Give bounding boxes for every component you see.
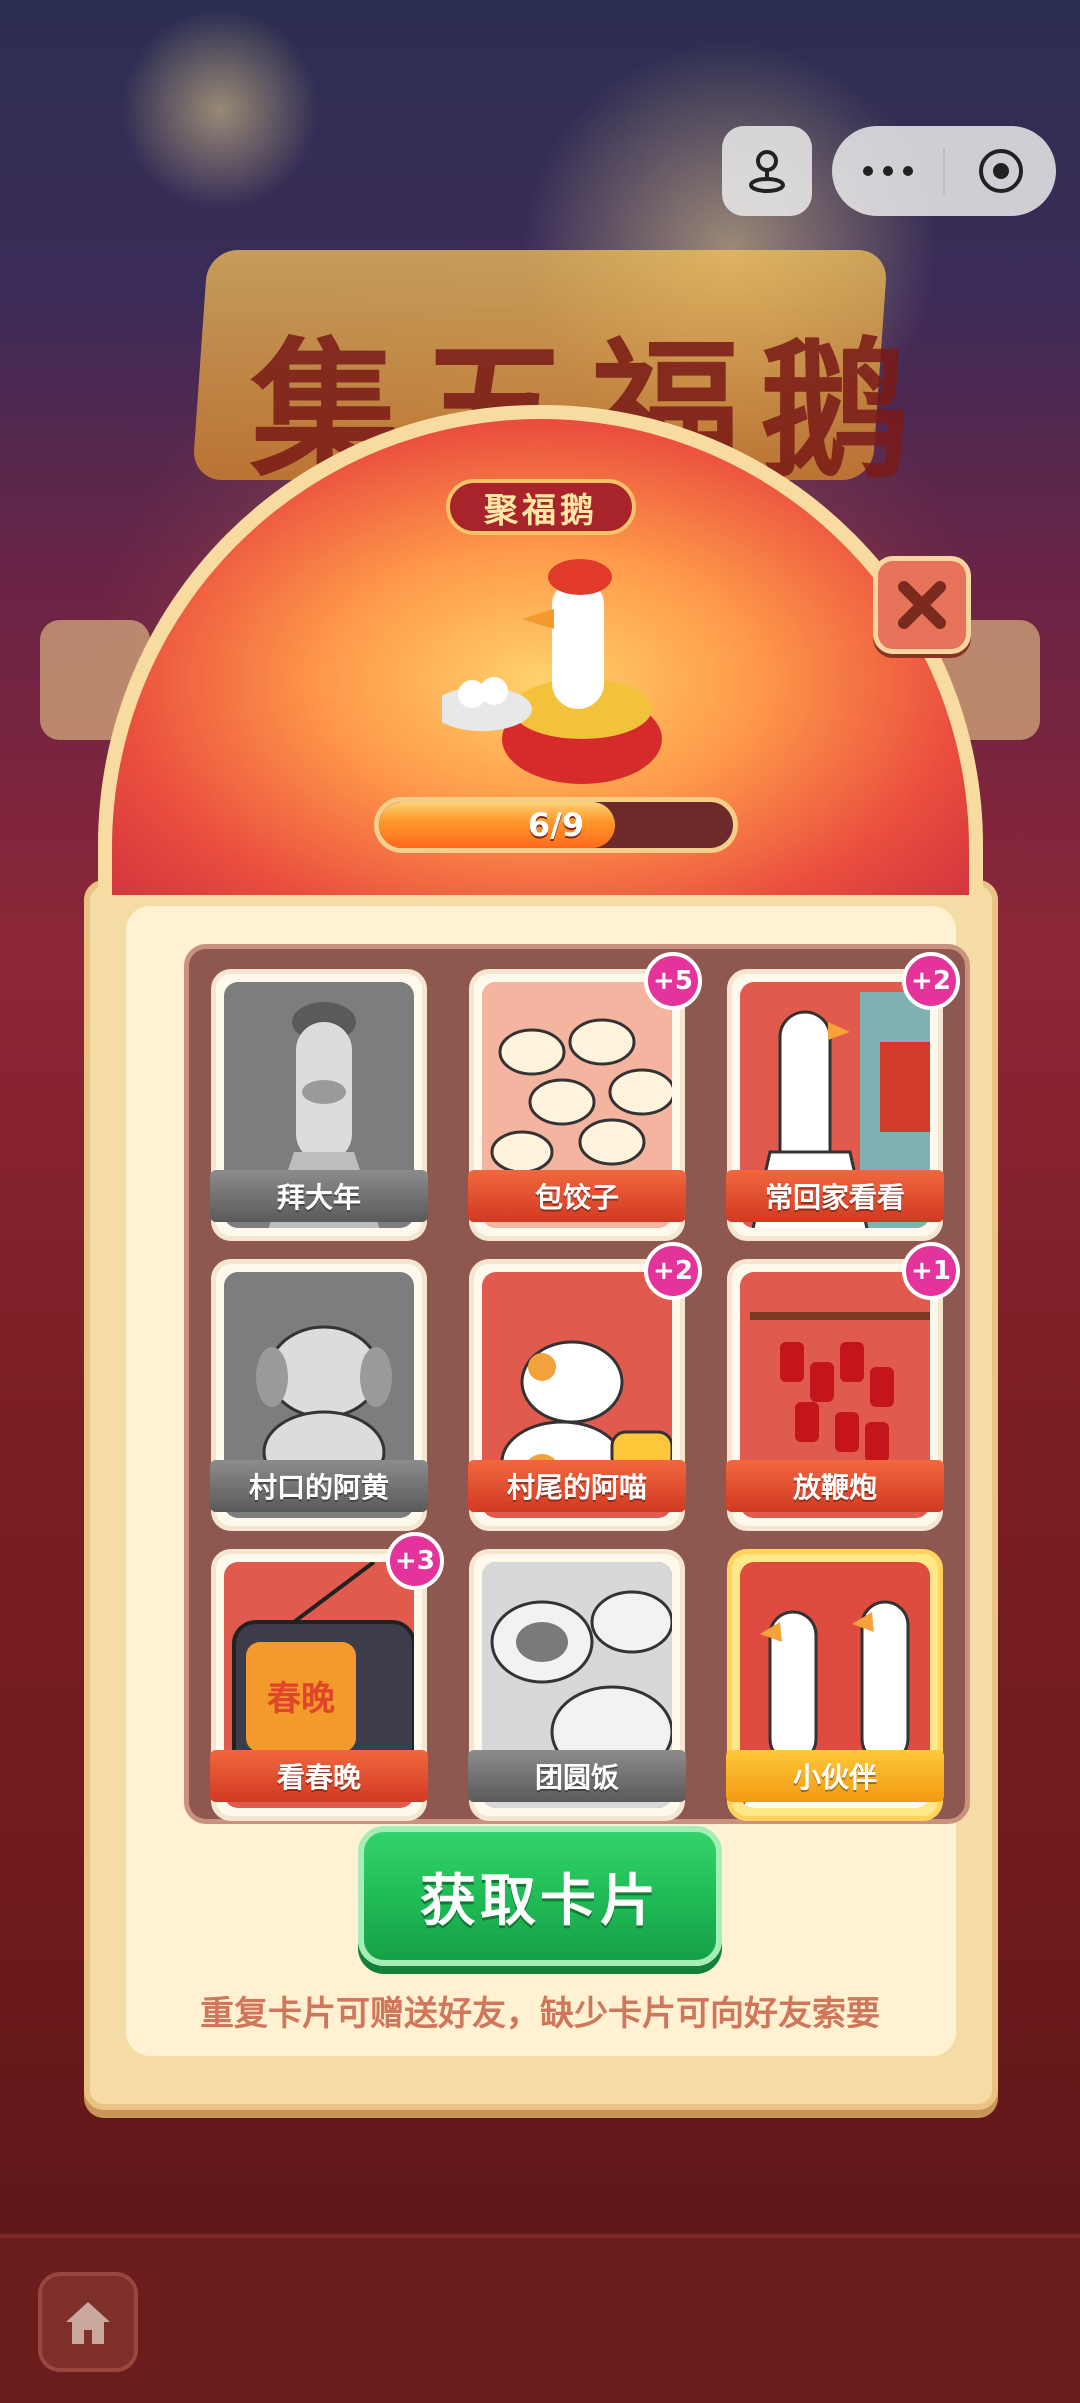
card-bai-da-nian[interactable]: 拜大年 bbox=[210, 969, 428, 1241]
duplicate-count-badge: +3 bbox=[386, 1532, 444, 1590]
card-label: 团圆饭 bbox=[468, 1750, 686, 1802]
duplicate-count-badge: +2 bbox=[902, 952, 960, 1010]
bottom-bar bbox=[0, 2234, 1080, 2403]
card-tuan-yuan-fan[interactable]: 团圆饭 bbox=[468, 1549, 686, 1821]
card-xiao-huo-ban[interactable]: 小伙伴 bbox=[726, 1549, 944, 1821]
more-dots-icon bbox=[862, 166, 913, 176]
card-label: 放鞭炮 bbox=[726, 1460, 944, 1512]
card-bao-jiao-zi[interactable]: +5 包饺子 bbox=[468, 952, 702, 1241]
home-button[interactable] bbox=[38, 2272, 138, 2372]
card-cun-kou-a-huang[interactable]: 村口的阿黄 bbox=[210, 1259, 428, 1531]
tv-screen-text: 春晚 bbox=[267, 1679, 335, 1719]
duplicate-count-badge: +1 bbox=[902, 1242, 960, 1300]
collection-progress-bar: 6/9 bbox=[374, 797, 738, 853]
hint-text: 重复卡片可赠送好友，缺少卡片可向好友索要 bbox=[200, 1994, 880, 2034]
more-button[interactable] bbox=[832, 126, 943, 216]
exit-button[interactable] bbox=[945, 126, 1056, 216]
person-pin-icon bbox=[749, 150, 785, 193]
card-label: 包饺子 bbox=[468, 1170, 686, 1222]
goose-mascot-illustration bbox=[442, 559, 662, 784]
duplicate-count-badge: +5 bbox=[644, 952, 702, 1010]
mini-program-capsule bbox=[832, 126, 1056, 216]
card-label: 常回家看看 bbox=[726, 1170, 944, 1222]
card-label: 看春晚 bbox=[210, 1750, 428, 1802]
card-label: 拜大年 bbox=[210, 1170, 428, 1222]
card-kan-chun-wan[interactable]: 春晚 +3 看春晚 bbox=[210, 1532, 444, 1821]
close-icon bbox=[898, 581, 946, 629]
card-chang-hui-jia[interactable]: +2 常回家看看 bbox=[726, 952, 960, 1241]
background-firework bbox=[120, 10, 320, 210]
card-grid: 拜大年 +5 包饺子 +2 常回家看看 村口的阿黄 +2 村尾的阿喵 +1 放鞭… bbox=[184, 944, 970, 1824]
card-label: 小伙伴 bbox=[726, 1750, 944, 1802]
home-icon bbox=[66, 2302, 110, 2344]
card-fang-bian-pao[interactable]: +1 放鞭炮 bbox=[726, 1242, 960, 1531]
panel-title: 聚福鹅 bbox=[446, 479, 636, 535]
get-cards-button[interactable]: 获取卡片 bbox=[358, 1826, 722, 1966]
target-icon bbox=[978, 149, 1023, 193]
card-label: 村口的阿黄 bbox=[210, 1460, 428, 1512]
duplicate-count-badge: +2 bbox=[644, 1242, 702, 1300]
close-button[interactable] bbox=[873, 556, 971, 654]
card-label: 村尾的阿喵 bbox=[468, 1460, 686, 1512]
profile-button[interactable] bbox=[722, 126, 812, 216]
progress-text: 6/9 bbox=[527, 806, 585, 844]
card-cun-wei-a-miao[interactable]: +2 村尾的阿喵 bbox=[468, 1242, 702, 1531]
